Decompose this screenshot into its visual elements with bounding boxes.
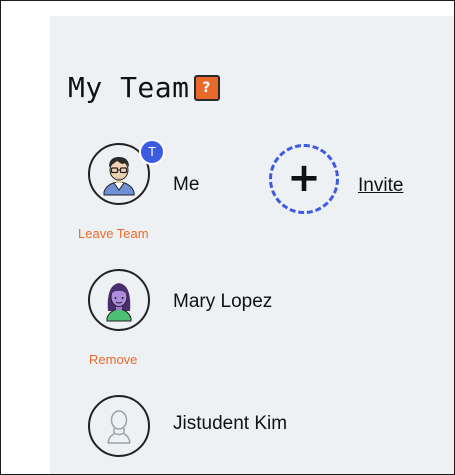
plus-icon: + [287,155,321,202]
person-outline-icon [92,399,146,453]
member-name-jistudent-kim: Jistudent Kim [173,413,288,434]
leave-team-link[interactable]: Leave Team [78,226,149,241]
avatar-mary-lopez [88,269,150,331]
invite-button[interactable]: + [269,144,339,214]
member-name-mary-lopez: Mary Lopez [173,291,273,312]
avatar-jistudent-kim [88,395,150,457]
remove-member-link[interactable]: Remove [89,352,137,367]
role-badge: T [139,139,165,165]
app-frame: My Team ? T Me Leave Team + Invite Mary … [0,0,455,475]
female-avatar-icon [92,273,146,327]
page-title-text: My Team [68,71,190,104]
invite-link[interactable]: Invite [358,175,403,197]
help-icon[interactable]: ? [193,74,220,101]
page-title: My Team ? [68,71,220,104]
avatar-me: T [88,139,165,205]
member-name-me: Me [173,174,200,195]
